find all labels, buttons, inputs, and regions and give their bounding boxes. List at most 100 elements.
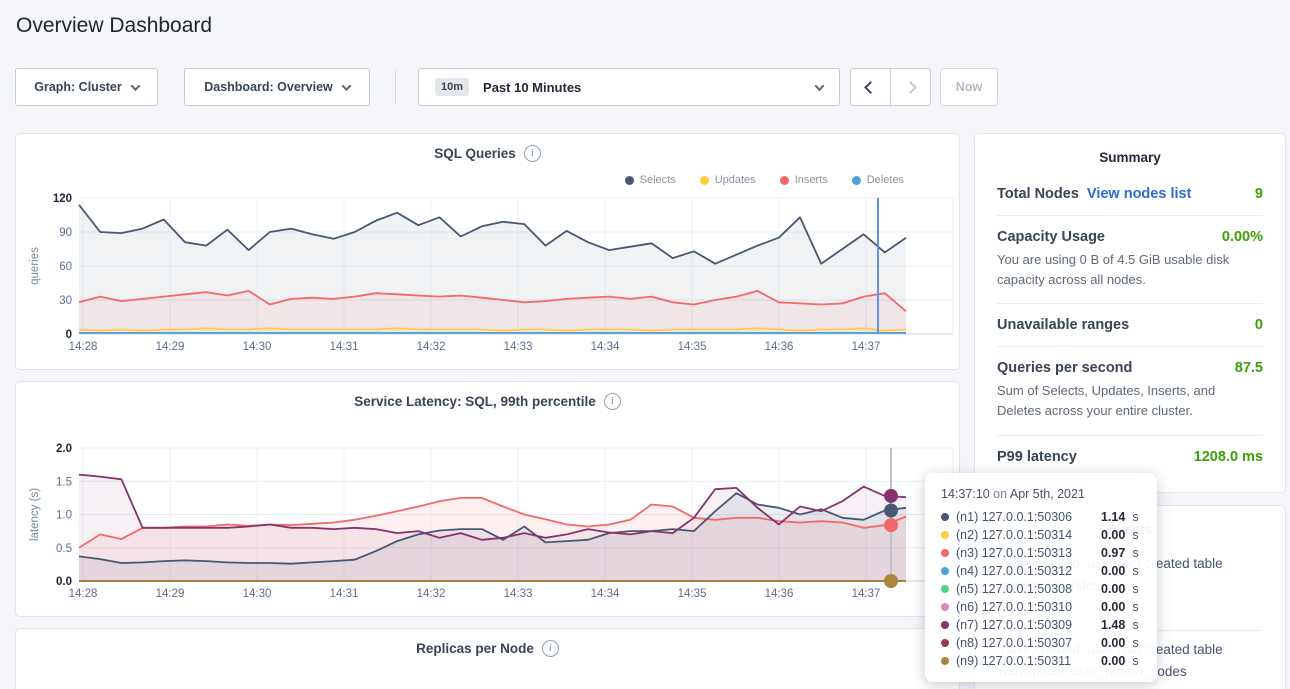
tooltip-timestamp: 14:37:10 on Apr 5th, 2021 bbox=[941, 487, 1141, 501]
unavailable-ranges-value: 0 bbox=[1255, 317, 1263, 333]
chevron-down-icon bbox=[130, 81, 140, 91]
tooltip-node-row: (n8) 127.0.0.1:503070.00s bbox=[941, 634, 1141, 652]
tooltip-node-row: (n6) 127.0.0.1:503100.00s bbox=[941, 598, 1141, 616]
legend-dot bbox=[780, 176, 789, 185]
summary-row-capacity: Capacity Usage 0.00% You are using 0 B o… bbox=[997, 215, 1263, 303]
info-icon[interactable]: i bbox=[542, 640, 559, 657]
service-latency-chart[interactable]: 0.00.51.01.52.014:2814:2914:3014:3114:32… bbox=[16, 382, 959, 621]
service-latency-card: 0.00.51.01.52.014:2814:2914:3014:3114:32… bbox=[15, 381, 960, 617]
tooltip-node-row: (n7) 127.0.0.1:503091.48s bbox=[941, 616, 1141, 634]
chevron-down-icon bbox=[815, 81, 825, 91]
service-latency-title: Service Latency: SQL, 99th percentile bbox=[354, 394, 596, 409]
legend-dot bbox=[852, 176, 861, 185]
x-tick-label: 14:36 bbox=[765, 341, 794, 353]
x-tick-label: 14:37 bbox=[852, 588, 881, 600]
page-title: Overview Dashboard bbox=[16, 14, 212, 38]
x-tick-label: 14:29 bbox=[156, 588, 185, 600]
chart-canvas[interactable]: 030609012014:2814:2914:3014:3114:3214:33… bbox=[16, 134, 959, 369]
legend-dot bbox=[625, 176, 634, 185]
capacity-usage-value: 0.00% bbox=[1222, 229, 1263, 245]
time-range-picker[interactable]: 10m Past 10 Minutes bbox=[418, 68, 840, 106]
tooltip-node-row: (n9) 127.0.0.1:503110.00s bbox=[941, 652, 1141, 670]
graph-dropdown[interactable]: Graph: Cluster bbox=[15, 68, 158, 106]
x-tick-label: 14:28 bbox=[69, 341, 98, 353]
capacity-usage-label: Capacity Usage bbox=[997, 229, 1105, 245]
legend-item-updates: Updates bbox=[700, 174, 756, 186]
total-nodes-label: Total Nodes bbox=[997, 186, 1079, 202]
summary-panel: Summary Total Nodes View nodes list 9 Ca… bbox=[974, 133, 1286, 493]
x-tick-label: 14:32 bbox=[417, 341, 446, 353]
node-color-dot bbox=[941, 531, 949, 539]
x-tick-label: 14:29 bbox=[156, 341, 185, 353]
node-color-dot bbox=[941, 513, 949, 521]
node-color-dot bbox=[941, 549, 949, 557]
summary-heading: Summary bbox=[975, 134, 1285, 173]
x-tick-label: 14:31 bbox=[330, 341, 359, 353]
sql-queries-chart[interactable]: 030609012014:2814:2914:3014:3114:3214:33… bbox=[16, 134, 959, 374]
summary-row-unavailable-ranges: Unavailable ranges 0 bbox=[997, 303, 1263, 346]
next-range-button[interactable] bbox=[890, 68, 931, 106]
hover-dot bbox=[884, 504, 898, 518]
y-tick-label: 90 bbox=[59, 227, 72, 239]
total-nodes-value: 9 bbox=[1255, 186, 1263, 202]
node-color-dot bbox=[941, 567, 949, 575]
graph-dropdown-label: Graph: Cluster bbox=[34, 80, 122, 94]
chevron-down-icon bbox=[341, 81, 351, 91]
dashboard-dropdown-label: Dashboard: Overview bbox=[204, 80, 333, 94]
y-tick-label: 0.5 bbox=[56, 543, 72, 555]
y-tick-label: 0.0 bbox=[56, 576, 72, 588]
now-button-label: Now bbox=[956, 80, 982, 94]
y-tick-label: 60 bbox=[59, 261, 72, 273]
x-tick-label: 14:30 bbox=[243, 588, 272, 600]
x-tick-label: 14:35 bbox=[678, 588, 707, 600]
tooltip-rows: (n1) 127.0.0.1:503061.14s(n2) 127.0.0.1:… bbox=[941, 508, 1141, 670]
x-tick-label: 14:37 bbox=[852, 341, 881, 353]
node-color-dot bbox=[941, 657, 949, 665]
x-tick-label: 14:32 bbox=[417, 588, 446, 600]
chart-canvas[interactable]: 0.00.51.01.52.014:2814:2914:3014:3114:32… bbox=[16, 382, 959, 616]
capacity-usage-desc: You are using 0 B of 4.5 GiB usable disk… bbox=[997, 250, 1263, 290]
node-color-dot bbox=[941, 585, 949, 593]
hover-dot bbox=[884, 518, 898, 532]
sql-queries-legend: SelectsUpdatesInsertsDeletes bbox=[625, 174, 904, 186]
replicas-per-node-title: Replicas per Node bbox=[416, 641, 534, 656]
info-icon[interactable]: i bbox=[524, 145, 541, 162]
info-icon[interactable]: i bbox=[604, 393, 621, 410]
replicas-per-node-card: Replicas per Node i bbox=[15, 628, 960, 689]
sql-queries-card: 030609012014:2814:2914:3014:3114:3214:33… bbox=[15, 133, 960, 370]
prev-range-button[interactable] bbox=[850, 68, 891, 106]
x-tick-label: 14:33 bbox=[504, 341, 533, 353]
y-tick-label: 30 bbox=[59, 295, 72, 307]
qps-desc: Sum of Selects, Updates, Inserts, and De… bbox=[997, 381, 1263, 421]
chevron-right-icon bbox=[904, 81, 917, 94]
chevron-left-icon bbox=[864, 81, 877, 94]
y-tick-label: 120 bbox=[53, 193, 72, 205]
p99-latency-value: 1208.0 ms bbox=[1194, 449, 1263, 465]
legend-item-selects: Selects bbox=[625, 174, 676, 186]
y-tick-label: 1.0 bbox=[56, 510, 72, 522]
view-nodes-list-link[interactable]: View nodes list bbox=[1087, 186, 1192, 202]
node-color-dot bbox=[941, 621, 949, 629]
tooltip-node-row: (n4) 127.0.0.1:503120.00s bbox=[941, 562, 1141, 580]
hover-dot bbox=[884, 574, 898, 588]
x-tick-label: 14:31 bbox=[330, 588, 359, 600]
dashboard-dropdown[interactable]: Dashboard: Overview bbox=[184, 68, 370, 106]
node-color-dot bbox=[941, 639, 949, 647]
overview-dashboard-page: Overview Dashboard Graph: Cluster Dashbo… bbox=[0, 0, 1290, 689]
legend-dot bbox=[700, 176, 709, 185]
hover-dot bbox=[884, 489, 898, 503]
x-tick-label: 14:30 bbox=[243, 341, 272, 353]
now-button[interactable]: Now bbox=[940, 68, 998, 106]
qps-label: Queries per second bbox=[997, 360, 1132, 376]
y-axis-title: latency (s) bbox=[29, 488, 41, 541]
y-tick-label: 2.0 bbox=[56, 443, 72, 455]
tooltip-node-row: (n5) 127.0.0.1:503080.00s bbox=[941, 580, 1141, 598]
tooltip-node-row: (n1) 127.0.0.1:503061.14s bbox=[941, 508, 1141, 526]
unavailable-ranges-label: Unavailable ranges bbox=[997, 317, 1129, 333]
x-tick-label: 14:28 bbox=[69, 588, 98, 600]
summary-row-qps: Queries per second 87.5 Sum of Selects, … bbox=[997, 346, 1263, 434]
time-range-label: Past 10 Minutes bbox=[483, 80, 581, 95]
sql-queries-title: SQL Queries bbox=[434, 146, 516, 161]
time-range-badge: 10m bbox=[435, 78, 469, 96]
x-tick-label: 14:34 bbox=[591, 341, 620, 353]
